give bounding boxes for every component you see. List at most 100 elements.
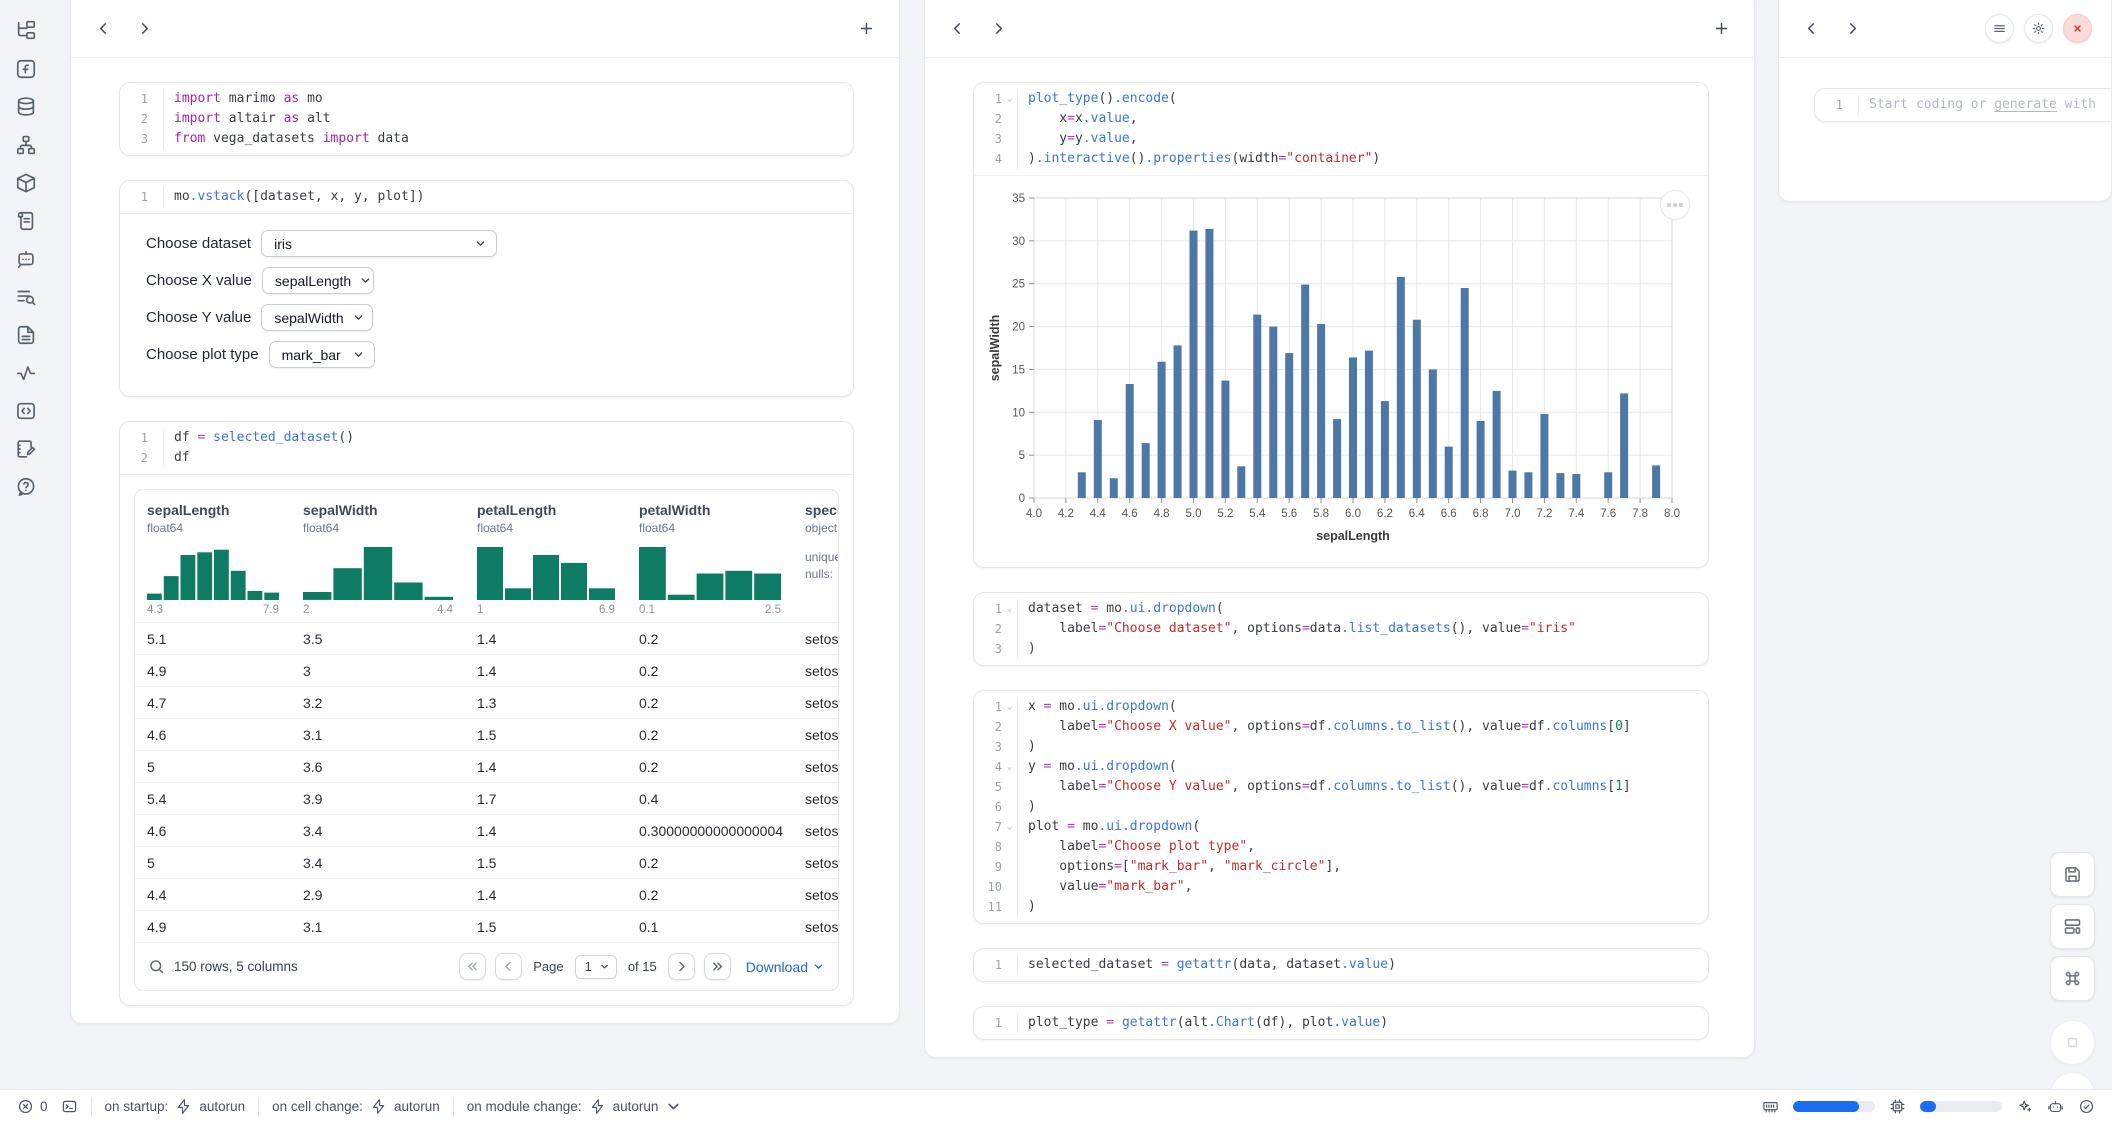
close-button[interactable]: [2063, 14, 2092, 43]
code-editor[interactable]: 1⌄dataset = mo.ui.dropdown(2 label="Choo…: [974, 593, 1708, 665]
terminal-icon: [61, 1098, 78, 1115]
copilot-button[interactable]: [2047, 1098, 2064, 1115]
sidebar-help-circle-button[interactable]: [15, 476, 37, 498]
table-cell: setosa: [793, 759, 838, 775]
empty-code-cell[interactable]: 1 Start coding or generate with: [1814, 88, 2112, 122]
line-number: 1: [974, 599, 1002, 619]
connection-status-button[interactable]: [2078, 1098, 2095, 1115]
sidebar-package-button[interactable]: [15, 172, 37, 194]
column-header-sepalLength[interactable]: sepalLengthfloat644.37.9: [135, 502, 291, 616]
choose-x-value-row: Choose X valuesepalLength: [146, 267, 827, 294]
sidebar-scroll-text-button[interactable]: [15, 210, 37, 232]
runtime-config-2[interactable]: on module change:autorun: [467, 1098, 683, 1115]
column-header-petalWidth[interactable]: petalWidthfloat640.12.5: [627, 502, 793, 616]
fold-spacer: [1002, 857, 1017, 877]
sidebar-workflow-button[interactable]: [15, 134, 37, 156]
editor-placeholder: Start coding or generate with: [1858, 95, 2112, 115]
line-number: 3: [974, 129, 1002, 149]
page-number-select[interactable]: 1: [575, 955, 617, 979]
column-2-header: [925, 0, 1754, 58]
plus-icon: [1713, 20, 1730, 37]
runtime-config-value: autorun: [613, 1099, 659, 1114]
stop-button[interactable]: [2050, 1020, 2095, 1065]
add-cell-button[interactable]: [1713, 20, 1730, 37]
sidebar-file-text-button[interactable]: [15, 324, 37, 346]
database-icon: [15, 96, 37, 118]
sidebar-database-button[interactable]: [15, 96, 37, 118]
line-number: 1: [120, 428, 148, 448]
column-header-petalLength[interactable]: petalLengthfloat6416.9: [465, 502, 627, 616]
terminal-button[interactable]: [61, 1098, 78, 1115]
generate-with-ai-link[interactable]: generate: [1994, 97, 2057, 112]
column-header-sepalWidth[interactable]: sepalWidthfloat6424.4: [291, 502, 465, 616]
code-line: 3 y=y.value,: [974, 129, 1708, 149]
code-editor[interactable]: 1df = selected_dataset()2df: [120, 422, 853, 474]
choose-plot-type-select[interactable]: mark_bar: [269, 341, 375, 368]
sidebar-list-search-button[interactable]: [15, 286, 37, 308]
sidebar-file-tree-button[interactable]: [15, 20, 37, 42]
choose-y-value-select[interactable]: sepalWidth: [261, 304, 373, 331]
fold-spacer: [1002, 737, 1017, 757]
command-button[interactable]: [2050, 956, 2095, 1001]
focus-next-cell-button[interactable]: [136, 20, 153, 37]
table-cell: 1.4: [465, 823, 627, 839]
sidebar-activity-button[interactable]: [15, 362, 37, 384]
save-button[interactable]: [2050, 852, 2095, 897]
code-line: 10 value="mark_bar",: [974, 877, 1708, 897]
choose-x-value-select[interactable]: sepalLength: [262, 267, 374, 294]
column-header-species[interactable]: speciesobjectunique:nulls:: [793, 502, 838, 616]
previous-page-button[interactable]: [495, 953, 522, 980]
activity-icon: [15, 362, 37, 384]
first-page-button[interactable]: [459, 953, 486, 980]
sidebar-bot-message-button[interactable]: [15, 248, 37, 270]
focus-next-cell-button[interactable]: [1844, 20, 1861, 37]
svg-text:5.8: 5.8: [1313, 508, 1329, 520]
last-page-button[interactable]: [704, 953, 731, 980]
code-editor[interactable]: 1⌄x = mo.ui.dropdown(2 label="Choose X v…: [974, 691, 1708, 923]
sidebar-function-square-button[interactable]: [15, 58, 37, 80]
focus-previous-cell-button[interactable]: [1803, 20, 1820, 37]
code-editor[interactable]: 1⌄plot_type().encode(2 x=x.value,3 y=y.v…: [974, 83, 1708, 175]
code-editor[interactable]: 1plot_type = getattr(alt.Chart(df), plot…: [974, 1007, 1708, 1039]
svg-text:5.6: 5.6: [1281, 508, 1297, 520]
choose-y-value-label: Choose Y value: [146, 309, 251, 326]
table-row: 5.13.51.40.2setosa: [135, 622, 838, 654]
code-editor[interactable]: 1 Start coding or generate with: [1815, 89, 2112, 121]
function-square-icon: [15, 58, 37, 80]
choose-dataset-select[interactable]: iris: [261, 230, 497, 257]
focus-next-cell-button[interactable]: [990, 20, 1007, 37]
fold-spacer: [1002, 639, 1017, 659]
code-editor[interactable]: 1selected_dataset = getattr(data, datase…: [974, 949, 1708, 981]
table-cell: 1.7: [465, 791, 627, 807]
focus-previous-cell-button[interactable]: [95, 20, 112, 37]
chart-menu-button[interactable]: [1660, 190, 1690, 220]
code-editor[interactable]: 1mo.vstack([dataset, x, y, plot]): [120, 181, 853, 213]
svg-text:4.2: 4.2: [1058, 508, 1074, 520]
download-button[interactable]: Download: [746, 959, 825, 975]
menu-button[interactable]: [1985, 14, 2014, 43]
ai-assist-button[interactable]: [2016, 1098, 2033, 1115]
table-cell: 0.2: [627, 887, 793, 903]
sidebar-code-box-button[interactable]: [15, 400, 37, 422]
add-cell-button[interactable]: [858, 20, 875, 37]
bar-chart[interactable]: 4.04.24.44.64.85.05.25.45.65.86.06.26.46…: [986, 186, 1686, 554]
chart-output: 4.04.24.44.64.85.05.25.45.65.86.06.26.46…: [974, 176, 1708, 567]
focus-previous-cell-button[interactable]: [949, 20, 966, 37]
next-page-button[interactable]: [668, 953, 695, 980]
memory-icon: [1762, 1098, 1779, 1115]
runtime-config-0[interactable]: on startup:autorun: [105, 1098, 246, 1115]
line-number: 1: [120, 89, 148, 109]
svg-text:10: 10: [1012, 407, 1025, 419]
runtime-config-1[interactable]: on cell change:autorun: [272, 1098, 440, 1115]
code-editor[interactable]: 1import marimo as mo2import altair as al…: [120, 83, 853, 155]
layout-button[interactable]: [2050, 904, 2095, 949]
settings-button[interactable]: [2024, 14, 2053, 43]
sidebar-notebook-pen-button[interactable]: [15, 438, 37, 460]
table-cell: 4.7: [135, 695, 291, 711]
error-count-button[interactable]: 0: [17, 1098, 48, 1115]
close-icon: [2070, 21, 2085, 36]
line-number: 5: [974, 777, 1002, 797]
chevron-down-icon: [352, 348, 365, 361]
notebook-cell: 1df = selected_dataset()2df sepalLengthfl…: [119, 421, 854, 1006]
table-search-button[interactable]: [148, 958, 165, 975]
